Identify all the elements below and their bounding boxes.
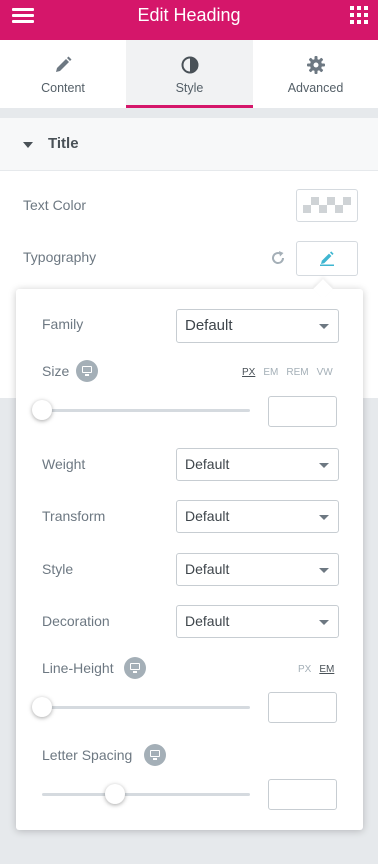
size-slider-handle[interactable]: [32, 400, 52, 420]
size-label: Size: [42, 363, 70, 379]
text-color-picker[interactable]: [296, 189, 358, 222]
size-units: PX EM REM VW: [234, 367, 333, 378]
panel-tabs: Content Style Advanced: [0, 40, 378, 108]
chevron-down-icon: [319, 463, 329, 468]
typography-popover: Family Default Size PX EM REM VW Weight Def…: [16, 279, 363, 830]
transform-select[interactable]: Default: [176, 500, 339, 533]
gear-icon: [306, 56, 325, 74]
panel-title: Edit Heading: [137, 5, 241, 25]
grid-icon[interactable]: [350, 6, 368, 24]
text-color-label: Text Color: [23, 197, 87, 213]
decoration-select[interactable]: Default: [176, 605, 339, 638]
contrast-icon: [181, 56, 198, 74]
unit-rem[interactable]: REM: [286, 367, 308, 378]
popover-arrow: [313, 279, 333, 299]
section-title: Title: [48, 135, 79, 152]
letter-spacing-label: Letter Spacing: [42, 747, 133, 763]
unit-em[interactable]: EM: [263, 367, 278, 378]
tab-advanced-label: Advanced: [287, 81, 344, 95]
chevron-down-icon: [319, 324, 329, 329]
tab-content-label: Content: [41, 81, 85, 95]
tab-style-label: Style: [175, 81, 204, 95]
letter-spacing-input[interactable]: [268, 779, 337, 810]
letter-spacing-slider-handle[interactable]: [104, 784, 125, 804]
line-height-label: Line-Height: [42, 660, 114, 676]
responsive-device-icon[interactable]: [76, 360, 98, 382]
weight-value: Default: [185, 456, 230, 472]
tab-advanced[interactable]: Advanced: [253, 40, 378, 108]
weight-select[interactable]: Default: [176, 448, 339, 481]
chevron-down-icon: [319, 620, 329, 625]
chevron-down-icon: [319, 515, 329, 520]
transform-label: Transform: [42, 508, 106, 524]
transform-value: Default: [185, 508, 230, 524]
tab-content[interactable]: Content: [0, 40, 126, 108]
line-height-input[interactable]: [268, 692, 337, 723]
typography-label: Typography: [23, 249, 97, 265]
style-value: Default: [185, 561, 230, 577]
decoration-value: Default: [185, 613, 230, 629]
typography-edit-button[interactable]: [296, 241, 358, 276]
decoration-label: Decoration: [42, 613, 110, 629]
line-height-slider[interactable]: [42, 706, 250, 709]
unit-px[interactable]: PX: [242, 367, 255, 378]
transparent-swatch: [303, 197, 351, 213]
line-height-units: PX EM: [290, 664, 334, 675]
family-label: Family: [42, 316, 84, 332]
size-input[interactable]: [268, 396, 337, 427]
caret-down-icon: [23, 142, 33, 148]
unit-vw[interactable]: VW: [317, 367, 333, 378]
section-title-toggle[interactable]: Title: [0, 118, 378, 171]
tab-style[interactable]: Style: [126, 40, 253, 108]
style-select[interactable]: Default: [176, 553, 339, 586]
letter-spacing-slider[interactable]: [42, 793, 250, 796]
panel-header: Edit Heading: [0, 0, 378, 40]
style-label: Style: [42, 561, 74, 577]
pencil-icon: [320, 251, 334, 266]
responsive-device-icon[interactable]: [124, 657, 146, 679]
pencil-icon: [56, 56, 72, 72]
line-height-slider-handle[interactable]: [32, 697, 52, 717]
family-value: Default: [185, 317, 233, 334]
size-slider[interactable]: [42, 409, 250, 412]
section-separator: [0, 108, 378, 118]
unit-px[interactable]: PX: [298, 664, 311, 675]
unit-em[interactable]: EM: [319, 664, 334, 675]
chevron-down-icon: [319, 568, 329, 573]
weight-label: Weight: [42, 456, 86, 472]
reset-icon[interactable]: [270, 250, 286, 266]
family-select[interactable]: Default: [176, 309, 339, 343]
responsive-device-icon[interactable]: [144, 744, 166, 766]
